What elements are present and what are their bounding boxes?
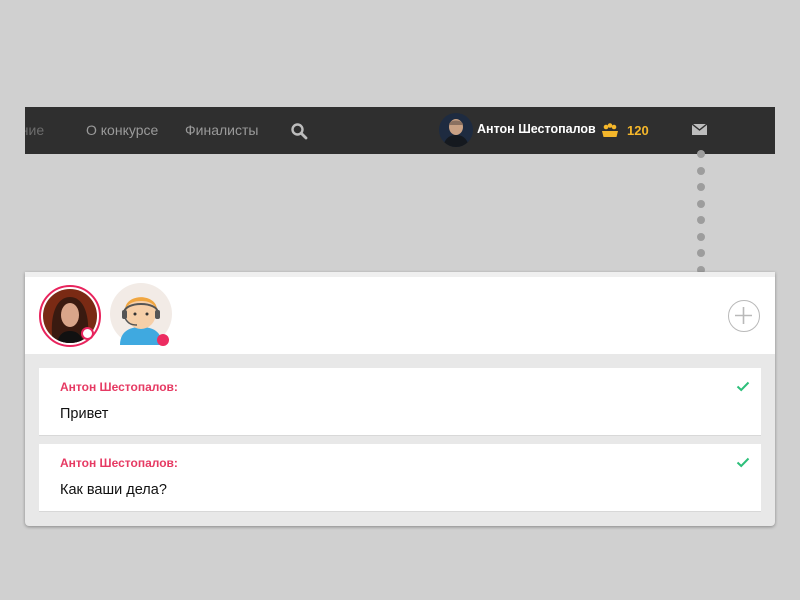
read-check-icon <box>736 457 750 468</box>
coins-icon <box>602 123 618 137</box>
plus-icon <box>735 307 752 324</box>
message-author: Антон Шестопалов: <box>60 380 178 394</box>
active-status-indicator <box>81 327 94 340</box>
mail-icon[interactable] <box>692 124 707 135</box>
nav-item-finalists[interactable]: Финалисты <box>185 122 258 138</box>
search-icon[interactable] <box>290 122 308 140</box>
message-author: Антон Шестопалов: <box>60 456 178 470</box>
page: ание О конкурсе Финалисты Антон Шестопал… <box>0 0 800 600</box>
user-avatar[interactable] <box>439 113 473 147</box>
chat-panel: Антон Шестопалов: Привет Антон Шестопало… <box>25 272 775 526</box>
message-text: Как ваши дела? <box>60 482 167 498</box>
dotted-connector <box>697 150 705 275</box>
read-check-icon <box>736 381 750 392</box>
nav-item-about-contest[interactable]: О конкурсе <box>86 122 158 138</box>
nav-item-truncated[interactable]: ание <box>25 122 44 138</box>
chat-message: Антон Шестопалов: Как ваши дела? <box>39 444 761 512</box>
message-text: Привет <box>60 406 109 422</box>
add-chat-button[interactable] <box>728 300 760 332</box>
operator-status-indicator <box>157 334 169 346</box>
coins-count: 120 <box>627 123 649 138</box>
chat-participants-bar <box>25 277 775 354</box>
top-navigation-bar: ание О конкурсе Финалисты Антон Шестопал… <box>25 107 775 154</box>
user-name[interactable]: Антон Шестопалов <box>477 122 596 136</box>
chat-message: Антон Шестопалов: Привет <box>39 368 761 436</box>
